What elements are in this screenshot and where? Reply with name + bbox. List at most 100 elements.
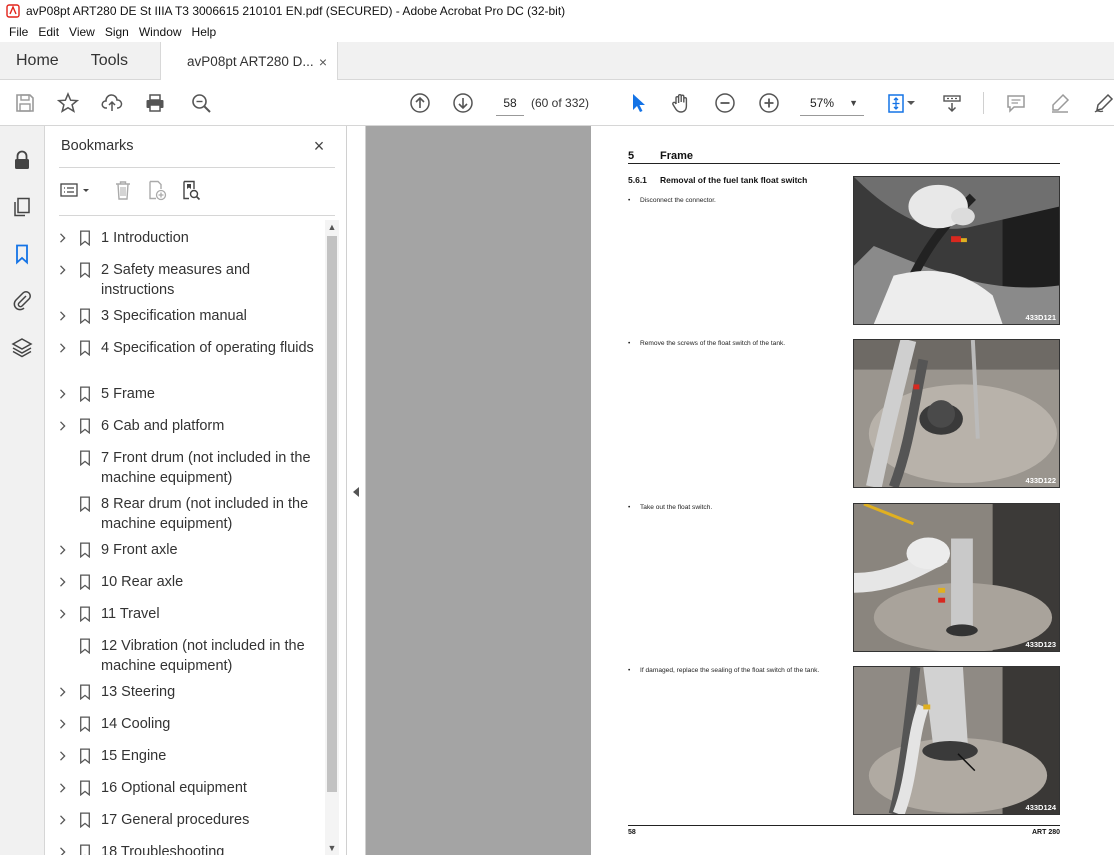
chevron-right-icon[interactable] — [57, 416, 69, 436]
bookmark-item[interactable]: 17 General procedures — [45, 806, 325, 838]
zoom-in-icon[interactable] — [757, 91, 781, 115]
bookmark-label: 3 Specification manual — [101, 308, 247, 324]
layers-icon[interactable] — [10, 335, 34, 359]
chevron-right-icon[interactable] — [57, 306, 69, 326]
sign-icon[interactable] — [1092, 91, 1114, 115]
bookmark-item[interactable]: 3 Specification manual — [45, 302, 325, 334]
scrollbar[interactable]: ▲ ▼ — [325, 220, 339, 855]
bookmark-label: 8 Rear drum (not included in the machine… — [101, 496, 309, 532]
bookmark-flag-icon — [78, 636, 92, 656]
bookmark-item[interactable]: 1 Introduction — [45, 224, 325, 256]
bookmark-flag-icon — [78, 810, 92, 830]
chevron-right-icon[interactable] — [57, 384, 69, 404]
chevron-right-icon[interactable] — [57, 260, 69, 280]
chevron-right-icon[interactable] — [57, 778, 69, 798]
bookmark-item[interactable]: 4 Specification of operating fluids — [45, 334, 325, 380]
bookmark-label: 10 Rear axle — [101, 574, 184, 590]
lock-icon[interactable] — [10, 148, 34, 172]
select-cursor-icon[interactable] — [626, 91, 650, 115]
page-down-icon[interactable] — [451, 91, 475, 115]
chevron-right-icon[interactable] — [57, 604, 69, 624]
photo-take-out-float-switch — [854, 504, 1059, 651]
highlight-icon[interactable] — [1048, 91, 1072, 115]
bookmark-flag-icon — [78, 714, 92, 734]
star-icon[interactable] — [56, 91, 80, 115]
zoom-select[interactable]: 57% ▼ — [800, 90, 864, 116]
bookmark-item[interactable]: 10 Rear axle — [45, 568, 325, 600]
bookmark-item[interactable]: 9 Front axle — [45, 536, 325, 568]
chevron-right-icon[interactable] — [57, 842, 69, 855]
chevron-right-icon[interactable] — [57, 540, 69, 560]
new-bookmark-icon[interactable] — [143, 178, 171, 202]
find-bookmark-icon[interactable] — [177, 178, 205, 202]
menu-edit[interactable]: Edit — [33, 25, 64, 39]
bookmark-item[interactable]: 11 Travel — [45, 600, 325, 632]
bookmark-item[interactable]: 2 Safety measures and instructions — [45, 256, 325, 302]
page-number-input[interactable]: 58 — [496, 90, 524, 116]
bookmark-label: 5 Frame — [101, 386, 155, 402]
print-icon[interactable] — [143, 91, 167, 115]
pages-icon[interactable] — [10, 195, 34, 219]
menu-view[interactable]: View — [64, 25, 100, 39]
chevron-right-icon[interactable] — [57, 682, 69, 702]
chevron-right-icon[interactable] — [57, 338, 69, 358]
zoom-out-icon[interactable] — [713, 91, 737, 115]
bookmark-list: 1 Introduction 2 Safety measures and inst… — [45, 220, 325, 855]
chevron-right-icon[interactable] — [57, 228, 69, 248]
bookmark-item[interactable]: 14 Cooling — [45, 710, 325, 742]
scroll-up-icon[interactable]: ▲ — [325, 220, 339, 234]
hand-icon[interactable] — [669, 91, 693, 115]
document-viewport[interactable]: 5 Frame 5.6.1 Removal of the fuel tank f… — [366, 126, 1114, 855]
chevron-right-icon[interactable] — [57, 572, 69, 592]
heading-number: 5 — [628, 150, 635, 162]
comment-icon[interactable] — [1004, 91, 1028, 115]
bookmark-item[interactable]: 13 Steering — [45, 678, 325, 710]
bookmark-item[interactable]: 8 Rear drum (not included in the machine… — [45, 490, 325, 536]
options-menu-icon[interactable] — [59, 178, 95, 202]
tab-bar: Home Tools avP08pt ART280 D... × — [0, 42, 1114, 81]
menu-sign[interactable]: Sign — [100, 25, 134, 39]
close-icon[interactable]: × — [309, 136, 329, 156]
bookmark-label: 18 Troubleshooting — [101, 844, 225, 855]
bookmark-item[interactable]: 18 Troubleshooting — [45, 838, 325, 855]
chevron-right-icon[interactable] — [57, 810, 69, 830]
scroll-mode-icon[interactable] — [940, 91, 964, 115]
upload-icon[interactable] — [100, 91, 124, 115]
bookmark-item[interactable]: 5 Frame — [45, 380, 325, 412]
tab-tools[interactable]: Tools — [75, 42, 144, 79]
collapse-panel-icon[interactable] — [352, 486, 360, 498]
delete-icon[interactable] — [109, 178, 137, 202]
bookmark-icon[interactable] — [10, 242, 34, 266]
scroll-down-icon[interactable]: ▼ — [325, 841, 339, 855]
panel-divider — [59, 167, 335, 168]
save-icon[interactable] — [13, 91, 37, 115]
bookmark-label: 17 General procedures — [101, 812, 250, 828]
bookmark-label: 6 Cab and platform — [101, 418, 225, 434]
panel-title: Bookmarks — [61, 138, 134, 154]
search-zoom-icon[interactable] — [189, 91, 213, 115]
pdf-page: 5 Frame 5.6.1 Removal of the fuel tank f… — [591, 126, 1114, 855]
page-up-icon[interactable] — [408, 91, 432, 115]
photo: 433D121 — [853, 176, 1060, 325]
bookmark-item[interactable]: 7 Front drum (not included in the machin… — [45, 444, 325, 490]
panel-splitter[interactable] — [347, 126, 366, 855]
photo-caption: 433D124 — [1025, 803, 1056, 812]
menu-help[interactable]: Help — [187, 25, 222, 39]
menu-file[interactable]: File — [4, 25, 33, 39]
tab-close-icon[interactable]: × — [319, 54, 327, 70]
scroll-thumb[interactable] — [327, 236, 337, 792]
tab-document[interactable]: avP08pt ART280 D... × — [160, 42, 339, 81]
bookmark-item[interactable]: 12 Vibration (not included in the machin… — [45, 632, 325, 678]
bookmark-item[interactable]: 6 Cab and platform — [45, 412, 325, 444]
bookmark-label: 16 Optional equipment — [101, 780, 247, 796]
bookmark-item[interactable]: 15 Engine — [45, 742, 325, 774]
chevron-right-icon[interactable] — [57, 746, 69, 766]
menu-window[interactable]: Window — [134, 25, 187, 39]
photo: 433D124 — [853, 666, 1060, 815]
attachment-icon[interactable] — [10, 288, 34, 312]
bookmark-item[interactable]: 16 Optional equipment — [45, 774, 325, 806]
bookmark-flag-icon — [78, 416, 92, 436]
tab-home[interactable]: Home — [0, 42, 75, 79]
chevron-down-icon[interactable] — [905, 91, 917, 115]
chevron-right-icon[interactable] — [57, 714, 69, 734]
